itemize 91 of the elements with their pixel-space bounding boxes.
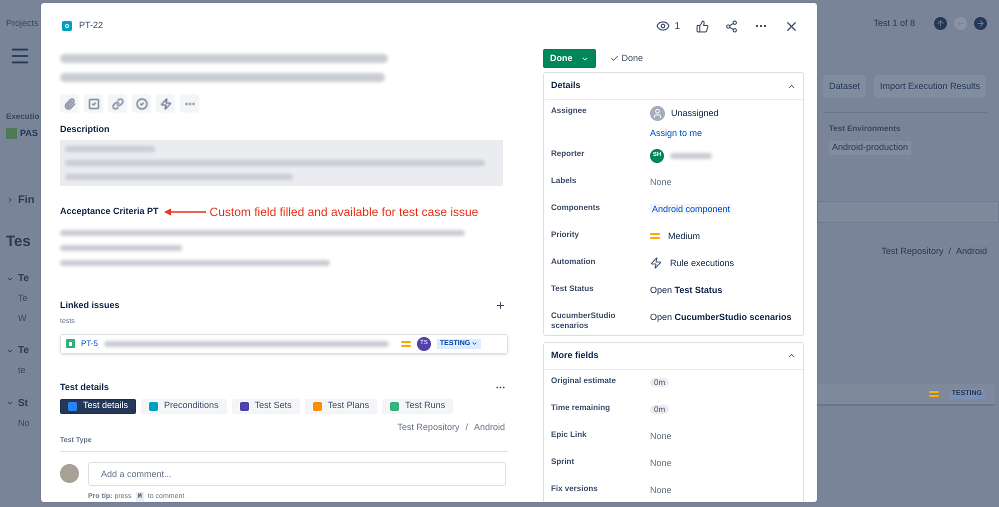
linked-issue-key[interactable]: PT-5 (81, 338, 98, 350)
field-label: Test Status (551, 284, 595, 294)
field-label: Sprint (551, 456, 576, 466)
pager-text: Test 1 of 8 (873, 17, 915, 30)
assign-to-me-link[interactable]: Assign to me (650, 127, 719, 140)
breadcrumb-link[interactable]: Android (474, 420, 505, 434)
background-text: te (18, 364, 26, 377)
caret-icon (471, 340, 478, 348)
field-label: Time remaining (551, 402, 611, 412)
annotation-arrow (164, 208, 206, 216)
separator: / (465, 420, 468, 434)
annotation-text: Custom field filled and available for test case issue (210, 204, 478, 220)
execution-status: PAS (20, 126, 38, 140)
test-details-tab[interactable]: Test Plans (304, 398, 378, 414)
priority-icon (650, 232, 660, 240)
field-value: None (650, 176, 672, 186)
execution-label: Executio (6, 110, 40, 122)
section-label: Acceptance Criteria PT (60, 204, 159, 218)
background-text: Te (18, 272, 29, 286)
field-label: Labels (551, 176, 578, 186)
status-square (6, 128, 17, 139)
section-label: Description (60, 123, 111, 136)
priority-icon (928, 390, 939, 398)
background-text: Fin (18, 193, 34, 208)
watch-button[interactable]: 1 (656, 18, 680, 34)
arrow-right-icon (976, 19, 985, 28)
checklist-icon[interactable] (84, 94, 103, 113)
issue-key[interactable]: PT-22 (79, 19, 104, 33)
story-icon (66, 339, 75, 348)
next-button[interactable] (974, 17, 987, 30)
background-text: W (18, 312, 26, 324)
field-value: None (650, 430, 672, 440)
assignee-value: Unassigned (671, 106, 719, 120)
field-value: None (650, 484, 672, 494)
test-issue-icon (62, 21, 72, 31)
resolution-text: Done (622, 52, 644, 65)
separator: / (948, 244, 951, 258)
attachment-icon[interactable] (60, 94, 79, 113)
automation-value[interactable]: Rule executions (670, 256, 734, 270)
environment-tag: Android-production (829, 141, 912, 154)
time-value: 0m (650, 378, 670, 386)
arrow-up-icon (936, 19, 945, 28)
field-label: Reporter (551, 148, 586, 158)
collapse-toggle[interactable] (787, 351, 796, 360)
priority-icon (400, 340, 411, 348)
comment-field[interactable]: Add a comment... (88, 462, 506, 486)
toolbar-button[interactable]: Import Execution Results (874, 74, 986, 98)
user-avatar-icon (650, 106, 665, 121)
background-text: No (18, 416, 30, 430)
field-label: Priority (551, 230, 580, 240)
previous-button[interactable] (934, 17, 947, 30)
background-text: St (18, 396, 28, 410)
panel-title: Details (551, 79, 581, 92)
test-details-tab[interactable]: Test Sets (232, 398, 300, 414)
background-text: Tes (6, 232, 31, 252)
user-avatar (60, 464, 79, 483)
chevron-icon[interactable] (6, 399, 14, 407)
field-label: Assignee (551, 106, 588, 116)
lightning-icon[interactable] (156, 94, 175, 113)
test-details-tab[interactable]: Preconditions (141, 398, 227, 414)
breadcrumb-link[interactable]: Test Repository (397, 420, 460, 434)
priority-value: Medium (668, 230, 700, 242)
field-label: Epic Link (551, 430, 588, 440)
field-label: Components (551, 202, 601, 212)
background-text: Te (18, 344, 29, 358)
field-value: None (650, 458, 672, 468)
toolbar-button[interactable]: Dataset (823, 74, 866, 98)
field-label: Fix versions (551, 484, 599, 494)
open-link[interactable]: Open Test Status (650, 284, 722, 294)
panel-title: More fields (551, 348, 599, 362)
link-icon[interactable] (108, 94, 127, 113)
like-icon[interactable] (696, 20, 709, 32)
section-label: Linked issues (60, 298, 120, 312)
background-text: Te (18, 292, 28, 305)
section-label: Test details (60, 381, 109, 394)
field-label: CucumberStudio scenarios (551, 310, 616, 330)
lightning-icon (650, 257, 662, 270)
environments-label: Test Environments (829, 123, 902, 135)
status-button[interactable]: Done (543, 49, 596, 68)
share-icon[interactable] (725, 20, 738, 32)
blurred-name (670, 152, 712, 158)
check-icon (610, 54, 618, 63)
field-label: Original estimate (551, 376, 617, 386)
field-label: Automation (551, 256, 596, 266)
chevron-icon[interactable] (6, 196, 14, 204)
test-details-tab[interactable]: Test details (60, 398, 136, 414)
time-value: 0m (650, 404, 670, 414)
open-link[interactable]: Open CucumberStudio scenarios (650, 312, 792, 322)
test-details-tab[interactable]: Test Runs (382, 398, 454, 414)
component-link[interactable]: Android component (650, 204, 732, 214)
add-icon[interactable] (495, 300, 506, 311)
